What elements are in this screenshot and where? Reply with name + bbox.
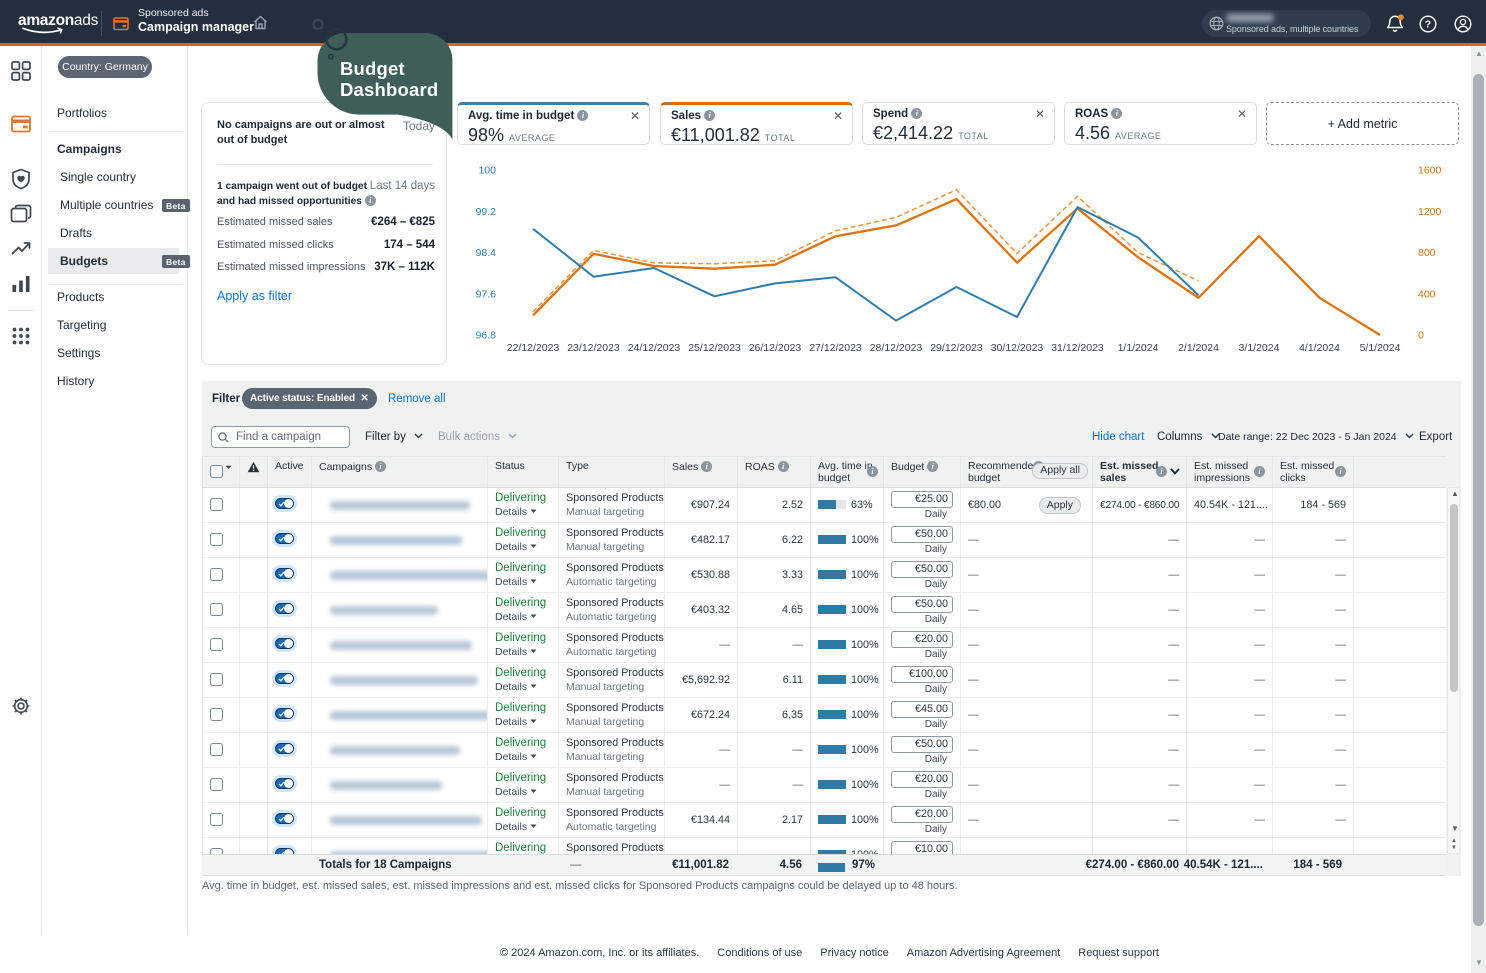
svg-text:29/12/2023: 29/12/2023 bbox=[930, 342, 983, 354]
svg-text:0: 0 bbox=[1418, 330, 1424, 342]
svg-text:1/1/2024: 1/1/2024 bbox=[1118, 342, 1159, 354]
svg-text:1600: 1600 bbox=[1418, 165, 1442, 177]
svg-text:3/1/2024: 3/1/2024 bbox=[1239, 342, 1280, 354]
svg-text:99.2: 99.2 bbox=[476, 206, 497, 218]
svg-text:97.6: 97.6 bbox=[476, 288, 497, 300]
svg-text:22/12/2023: 22/12/2023 bbox=[507, 342, 560, 354]
svg-text:800: 800 bbox=[1418, 247, 1436, 259]
svg-text:?: ? bbox=[1425, 19, 1431, 31]
svg-text:1200: 1200 bbox=[1418, 206, 1442, 218]
svg-text:28/12/2023: 28/12/2023 bbox=[870, 342, 923, 354]
svg-text:30/12/2023: 30/12/2023 bbox=[991, 342, 1044, 354]
svg-text:100: 100 bbox=[478, 165, 496, 177]
svg-text:2/1/2024: 2/1/2024 bbox=[1178, 342, 1219, 354]
svg-text:5/1/2024: 5/1/2024 bbox=[1360, 342, 1401, 354]
svg-text:96.8: 96.8 bbox=[476, 330, 497, 342]
svg-text:98.4: 98.4 bbox=[476, 247, 497, 259]
svg-text:23/12/2023: 23/12/2023 bbox=[567, 342, 620, 354]
svg-text:24/12/2023: 24/12/2023 bbox=[628, 342, 681, 354]
svg-text:26/12/2023: 26/12/2023 bbox=[749, 342, 802, 354]
svg-text:25/12/2023: 25/12/2023 bbox=[688, 342, 741, 354]
svg-text:400: 400 bbox=[1418, 288, 1436, 300]
svg-text:4/1/2024: 4/1/2024 bbox=[1299, 342, 1340, 354]
svg-text:27/12/2023: 27/12/2023 bbox=[809, 342, 862, 354]
svg-text:31/12/2023: 31/12/2023 bbox=[1051, 342, 1104, 354]
